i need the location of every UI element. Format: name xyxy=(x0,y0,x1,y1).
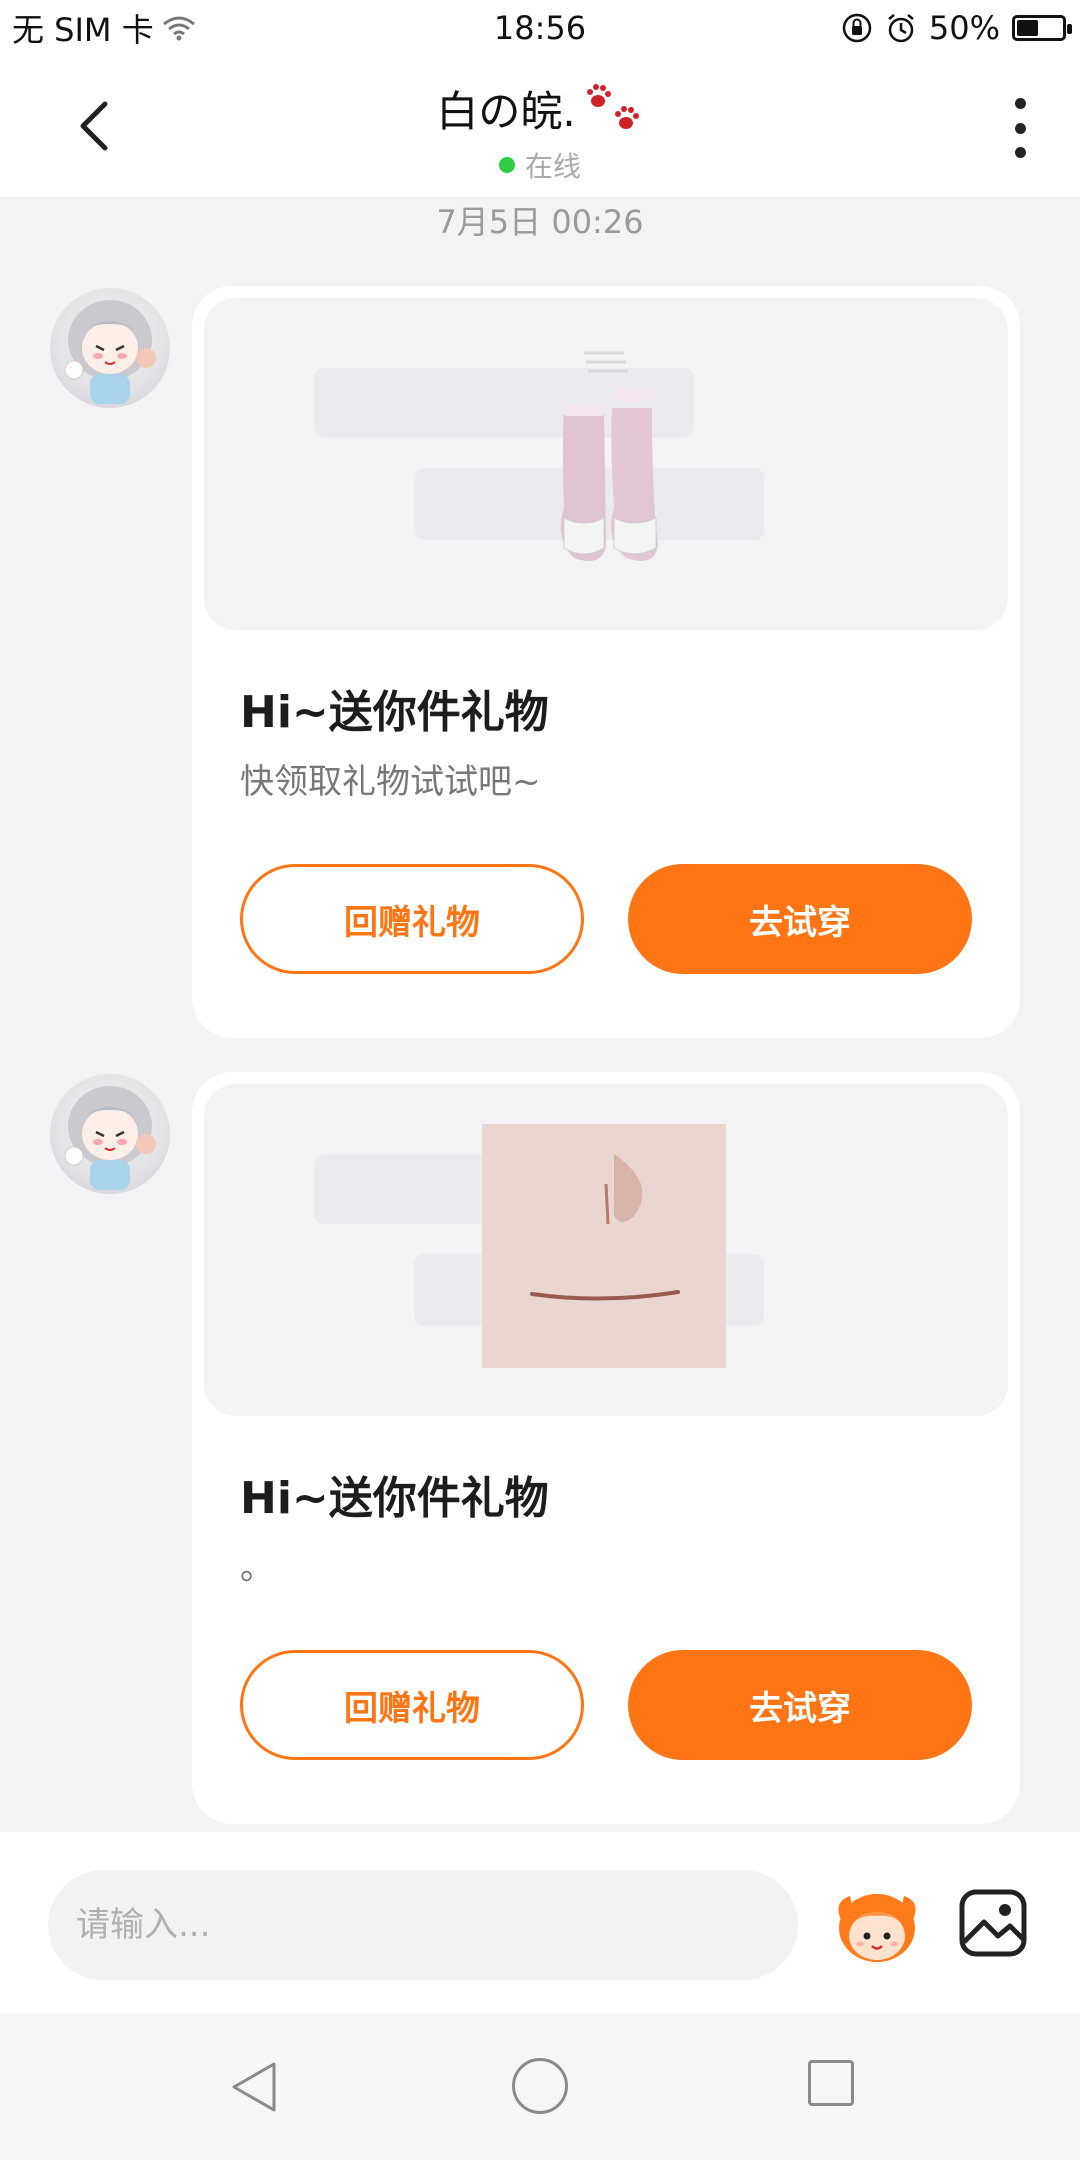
gift-title: Hi~送你件礼物 xyxy=(240,1473,549,1524)
mascot-icon xyxy=(838,1894,916,1962)
more-vertical-icon xyxy=(1014,98,1026,109)
contact-name: 白の皖. xyxy=(436,87,576,136)
nav-recent-icon[interactable] xyxy=(808,2060,854,2106)
more-dot xyxy=(1014,147,1026,158)
battery-icon xyxy=(1012,15,1072,41)
gift-title: Hi~送你件礼物 xyxy=(240,687,549,738)
return-gift-button[interactable]: 回赠礼物 xyxy=(240,864,584,974)
avatar[interactable] xyxy=(50,1074,170,1194)
anime-avatar-icon xyxy=(64,300,156,404)
battery-fill xyxy=(1017,20,1039,36)
input-bar xyxy=(0,1832,1080,2014)
nav-home-icon[interactable] xyxy=(512,2058,568,2114)
wifi-icon xyxy=(162,16,195,41)
status-left: 无 SIM 卡 xyxy=(12,5,196,51)
gift-card[interactable]: Hi~送你件礼物 快领取礼物试试吧~ 回赠礼物 去试穿 xyxy=(192,286,1020,1038)
navigation-bar xyxy=(0,2014,1080,2160)
gift-card[interactable]: Hi~送你件礼物 。 回赠礼物 去试穿 xyxy=(192,1072,1020,1824)
alarm-icon xyxy=(888,14,914,43)
socks-item-icon xyxy=(560,351,658,561)
mascot-button[interactable] xyxy=(832,1882,922,1972)
gift-subtitle: 快领取礼物试试吧~ xyxy=(240,762,541,802)
gift-image xyxy=(204,1084,1008,1416)
chat-screen: 无 SIM 卡 18:56 50% 白の皖. 在线 7月5日 00:26 Hi~… xyxy=(0,0,1080,2160)
more-dot xyxy=(1014,122,1026,134)
carrier-text: 无 SIM 卡 xyxy=(12,11,154,49)
return-gift-button[interactable]: 回赠礼物 xyxy=(240,1650,584,1760)
face-item-icon xyxy=(482,1124,726,1368)
chat-messages[interactable]: 7月5日 00:26 Hi~送你件礼物 快领取礼物试试吧~ 回赠礼物 去试穿 H… xyxy=(0,198,1080,1832)
message-input[interactable] xyxy=(48,1870,798,1980)
image-icon xyxy=(959,1889,1027,1957)
online-dot xyxy=(498,157,515,173)
status-bar: 无 SIM 卡 18:56 50% xyxy=(0,0,1080,56)
try-on-button[interactable]: 去试穿 xyxy=(628,1650,972,1760)
title-line: 白の皖. xyxy=(436,78,643,139)
gift-message: Hi~送你件礼物 快领取礼物试试吧~ 回赠礼物 去试穿 xyxy=(0,286,1080,1038)
try-on-button[interactable]: 去试穿 xyxy=(628,864,972,974)
status-right: 50% xyxy=(841,9,1072,47)
nav-back-icon[interactable] xyxy=(228,2060,282,2114)
paw-prints-icon xyxy=(586,83,639,129)
image-button[interactable] xyxy=(958,1888,1028,1958)
chat-header: 白の皖. 在线 xyxy=(0,56,1080,198)
anime-avatar-icon xyxy=(64,1086,156,1190)
rotation-lock-icon xyxy=(842,13,872,43)
gift-message: Hi~送你件礼物 。 回赠礼物 去试穿 xyxy=(0,1072,1080,1824)
online-text: 在线 xyxy=(524,150,581,183)
battery-percent: 50% xyxy=(928,9,1000,47)
online-status: 在线 xyxy=(0,145,1080,185)
gift-image xyxy=(204,298,1008,630)
avatar[interactable] xyxy=(50,288,170,408)
gift-subtitle: 。 xyxy=(240,1548,274,1588)
more-options-button[interactable] xyxy=(1010,98,1030,158)
message-timestamp: 7月5日 00:26 xyxy=(436,203,644,241)
title-wrap: 白の皖. 在线 xyxy=(0,78,1080,185)
